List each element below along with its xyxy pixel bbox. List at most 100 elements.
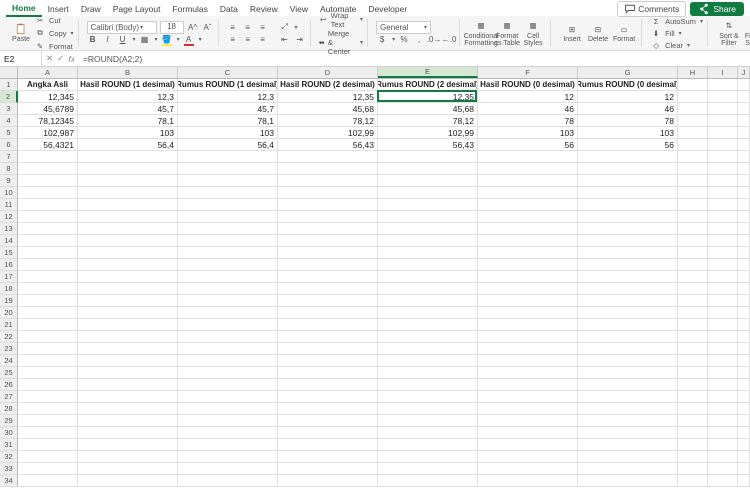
cell[interactable] <box>738 199 750 211</box>
cell[interactable] <box>178 211 278 223</box>
cell[interactable] <box>578 307 678 319</box>
cell[interactable] <box>178 307 278 319</box>
cell[interactable] <box>78 271 178 283</box>
cell[interactable]: 78,12 <box>278 115 378 127</box>
cell[interactable] <box>738 91 750 103</box>
cell[interactable] <box>738 103 750 115</box>
cell[interactable] <box>178 163 278 175</box>
cell[interactable] <box>678 415 708 427</box>
row-header[interactable]: 27 <box>0 391 18 403</box>
cell[interactable] <box>478 391 578 403</box>
cell[interactable] <box>708 403 738 415</box>
cell[interactable] <box>478 307 578 319</box>
currency-button[interactable]: $ <box>376 34 388 46</box>
cell[interactable] <box>478 295 578 307</box>
cell[interactable] <box>378 163 478 175</box>
cell[interactable] <box>738 307 750 319</box>
cell[interactable] <box>478 199 578 211</box>
cell[interactable]: 78,1 <box>178 115 278 127</box>
row-header[interactable]: 16 <box>0 259 18 271</box>
cell[interactable] <box>178 223 278 235</box>
cell[interactable] <box>738 319 750 331</box>
cell[interactable] <box>278 391 378 403</box>
cell[interactable] <box>278 463 378 475</box>
cell[interactable] <box>738 427 750 439</box>
cell[interactable] <box>18 343 78 355</box>
row-header[interactable]: 19 <box>0 295 18 307</box>
cell[interactable] <box>708 415 738 427</box>
underline-button[interactable]: U <box>117 34 129 46</box>
cell[interactable] <box>478 343 578 355</box>
cell[interactable] <box>178 283 278 295</box>
cell[interactable] <box>18 379 78 391</box>
tab-page-layout[interactable]: Page Layout <box>107 2 167 16</box>
cell[interactable] <box>378 259 478 271</box>
row-header[interactable]: 26 <box>0 379 18 391</box>
cell[interactable] <box>78 199 178 211</box>
cell[interactable] <box>708 391 738 403</box>
cell[interactable] <box>378 151 478 163</box>
cell[interactable] <box>278 163 378 175</box>
paste-button[interactable]: Paste <box>8 23 34 43</box>
cell[interactable]: 12,35 <box>378 91 478 103</box>
cell[interactable]: 78 <box>578 115 678 127</box>
align-middle-button[interactable]: ≡ <box>242 21 254 33</box>
cell[interactable] <box>708 127 738 139</box>
cell[interactable] <box>78 451 178 463</box>
cell[interactable] <box>178 355 278 367</box>
cell[interactable] <box>738 127 750 139</box>
cell[interactable] <box>18 223 78 235</box>
cell[interactable] <box>18 451 78 463</box>
cell[interactable] <box>378 355 478 367</box>
col-header-H[interactable]: H <box>678 67 708 78</box>
cell[interactable] <box>178 415 278 427</box>
font-name-select[interactable]: Calibri (Body)▾ <box>87 21 157 34</box>
cell[interactable] <box>578 475 678 487</box>
cell[interactable] <box>678 367 708 379</box>
cell[interactable]: 12,345 <box>18 91 78 103</box>
cell[interactable] <box>708 235 738 247</box>
indent-right-button[interactable]: ⇥ <box>294 33 306 45</box>
row-header[interactable]: 3 <box>0 103 18 115</box>
cell[interactable] <box>278 427 378 439</box>
cell[interactable] <box>478 247 578 259</box>
cell[interactable] <box>18 475 78 487</box>
cell[interactable]: 45,6789 <box>18 103 78 115</box>
cell[interactable] <box>378 211 478 223</box>
decrease-font-button[interactable]: Aˇ <box>202 21 214 33</box>
cell[interactable] <box>708 259 738 271</box>
cell[interactable] <box>738 331 750 343</box>
cell[interactable] <box>678 295 708 307</box>
cell[interactable] <box>18 187 78 199</box>
cell[interactable] <box>18 463 78 475</box>
cell[interactable] <box>478 319 578 331</box>
cell[interactable] <box>178 331 278 343</box>
row-header[interactable]: 31 <box>0 439 18 451</box>
fx-button[interactable]: fx <box>68 54 75 64</box>
cell[interactable] <box>378 475 478 487</box>
cell[interactable] <box>578 319 678 331</box>
align-center-button[interactable]: ≡ <box>242 33 254 45</box>
cell[interactable] <box>378 271 478 283</box>
cell[interactable] <box>178 247 278 259</box>
cell[interactable] <box>738 343 750 355</box>
align-left-button[interactable]: ≡ <box>227 33 239 45</box>
cell[interactable]: 102,99 <box>278 127 378 139</box>
comma-button[interactable]: , <box>413 34 425 46</box>
cell[interactable] <box>678 403 708 415</box>
cell[interactable] <box>708 343 738 355</box>
share-button[interactable]: Share <box>690 2 744 16</box>
cell[interactable] <box>278 283 378 295</box>
row-header[interactable]: 7 <box>0 151 18 163</box>
row-header[interactable]: 21 <box>0 319 18 331</box>
cell[interactable] <box>738 187 750 199</box>
cell[interactable] <box>278 451 378 463</box>
cell[interactable] <box>578 379 678 391</box>
cell[interactable] <box>18 331 78 343</box>
cell[interactable] <box>378 199 478 211</box>
cell[interactable] <box>18 391 78 403</box>
tab-formulas[interactable]: Formulas <box>166 2 213 16</box>
font-color-button[interactable]: A <box>183 34 195 46</box>
cell[interactable] <box>738 367 750 379</box>
cell[interactable] <box>678 283 708 295</box>
